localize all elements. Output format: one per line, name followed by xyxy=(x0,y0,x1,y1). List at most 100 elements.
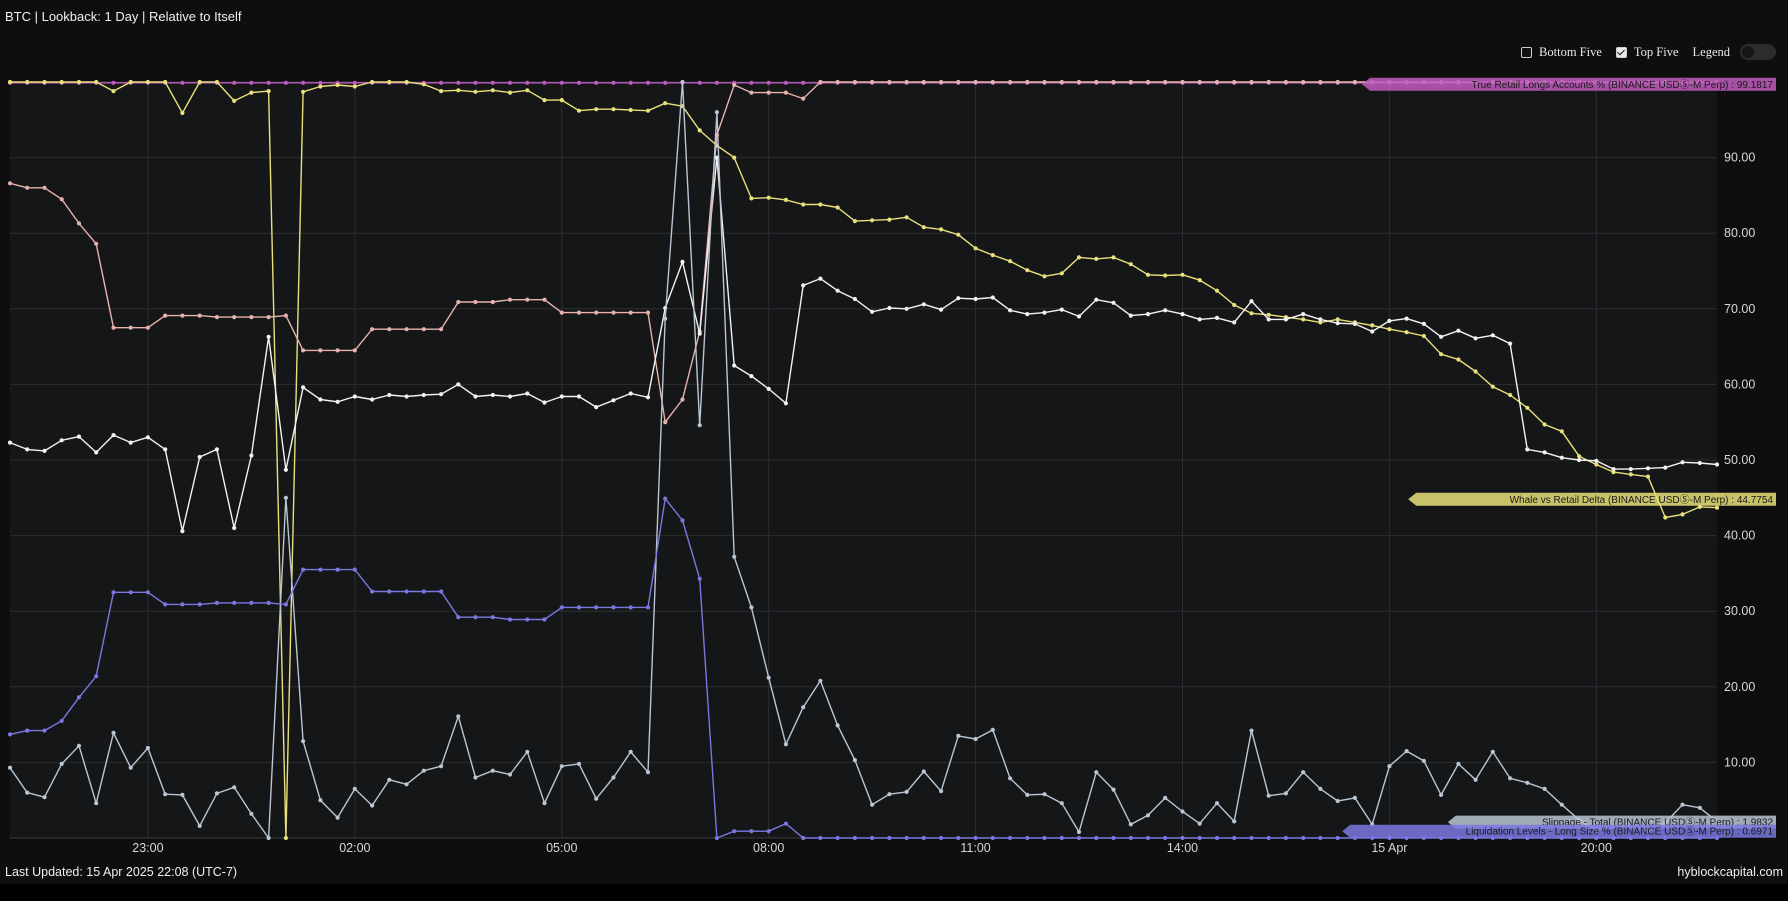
data-point xyxy=(904,306,909,311)
data-point xyxy=(559,310,564,315)
data-point xyxy=(887,792,892,797)
data-point xyxy=(370,803,375,808)
data-point xyxy=(852,79,858,85)
data-point xyxy=(59,438,64,443)
data-point xyxy=(628,605,633,610)
data-point xyxy=(663,496,668,501)
data-point xyxy=(473,299,478,305)
data-point xyxy=(749,374,754,379)
data-point xyxy=(266,89,271,94)
data-point xyxy=(973,79,978,85)
data-point xyxy=(801,96,806,101)
data-point xyxy=(870,79,875,85)
data-point xyxy=(94,674,99,679)
data-point xyxy=(59,761,64,767)
data-point xyxy=(956,232,961,237)
line-chart[interactable]: 10.00 20.00 30.00 40.00 50.00 60.00 70.00 80.00… xyxy=(0,0,1788,860)
data-point xyxy=(1421,321,1426,326)
data-point xyxy=(111,590,116,595)
data-point xyxy=(1335,79,1340,85)
data-point xyxy=(335,399,340,404)
data-point xyxy=(645,395,651,400)
data-point xyxy=(1456,357,1461,362)
data-point xyxy=(559,394,564,399)
data-point xyxy=(301,80,306,85)
brand-link[interactable]: hyblockcapital.com xyxy=(1677,865,1783,879)
data-point xyxy=(990,79,995,85)
data-point xyxy=(766,195,771,200)
y-tick-label: 30.00 xyxy=(1724,604,1755,618)
data-point xyxy=(1680,802,1685,807)
data-point xyxy=(645,605,651,610)
data-point xyxy=(818,835,823,841)
data-point xyxy=(1128,822,1133,827)
data-point xyxy=(1663,465,1668,470)
data-point xyxy=(1301,312,1306,317)
data-point xyxy=(197,313,202,318)
data-point xyxy=(1197,79,1202,85)
data-point xyxy=(42,728,47,733)
data-point xyxy=(576,310,582,315)
data-point xyxy=(1525,780,1530,785)
data-point xyxy=(1421,333,1426,339)
data-point xyxy=(525,88,530,93)
data-point xyxy=(818,276,823,281)
data-point xyxy=(749,829,754,834)
data-point xyxy=(852,296,858,302)
data-point xyxy=(887,217,892,222)
data-point xyxy=(939,307,944,312)
data-point xyxy=(835,205,840,210)
data-point xyxy=(352,348,357,353)
data-point xyxy=(887,305,892,311)
data-point xyxy=(783,80,789,85)
data-point xyxy=(249,315,254,320)
data-point xyxy=(956,79,961,85)
data-point xyxy=(214,600,219,606)
data-point xyxy=(542,297,547,302)
data-point xyxy=(163,792,168,797)
data-point xyxy=(852,758,858,763)
data-point xyxy=(1404,316,1409,321)
data-point xyxy=(473,80,478,85)
x-tick-label: 14:00 xyxy=(1167,841,1198,855)
data-point xyxy=(1163,308,1168,313)
data-point xyxy=(697,128,702,133)
data-point xyxy=(352,84,357,89)
data-point xyxy=(1439,334,1444,339)
data-point xyxy=(870,835,875,841)
data-point xyxy=(1404,749,1409,754)
data-point xyxy=(76,695,82,700)
data-point xyxy=(542,801,547,806)
data-point xyxy=(732,554,737,559)
data-point xyxy=(1352,795,1357,801)
data-point xyxy=(7,732,13,737)
data-point xyxy=(921,302,926,307)
data-point xyxy=(490,299,495,305)
data-point xyxy=(1266,79,1271,85)
data-point xyxy=(1508,392,1513,398)
data-point xyxy=(594,796,599,801)
data-point xyxy=(1180,272,1185,277)
data-point xyxy=(1111,79,1116,85)
y-tick-label: 90.00 xyxy=(1724,151,1755,165)
data-point xyxy=(266,334,271,339)
data-point xyxy=(1577,454,1582,459)
data-point xyxy=(1473,777,1478,782)
data-point xyxy=(766,675,771,680)
data-point xyxy=(387,327,392,332)
chart-area[interactable]: 10.00 20.00 30.00 40.00 50.00 60.00 70.00 80.00… xyxy=(0,0,1788,865)
data-point xyxy=(387,589,392,594)
data-point xyxy=(594,405,599,410)
data-point xyxy=(611,80,616,85)
data-point xyxy=(163,313,168,318)
data-point xyxy=(301,739,306,744)
data-point xyxy=(732,363,737,368)
data-point xyxy=(490,392,495,398)
data-point xyxy=(1128,313,1133,318)
data-point xyxy=(1059,79,1064,85)
data-point xyxy=(1473,369,1478,374)
data-point xyxy=(59,197,64,202)
y-tick-label: 10.00 xyxy=(1724,755,1755,769)
data-point xyxy=(128,79,133,85)
data-point xyxy=(1387,764,1392,769)
